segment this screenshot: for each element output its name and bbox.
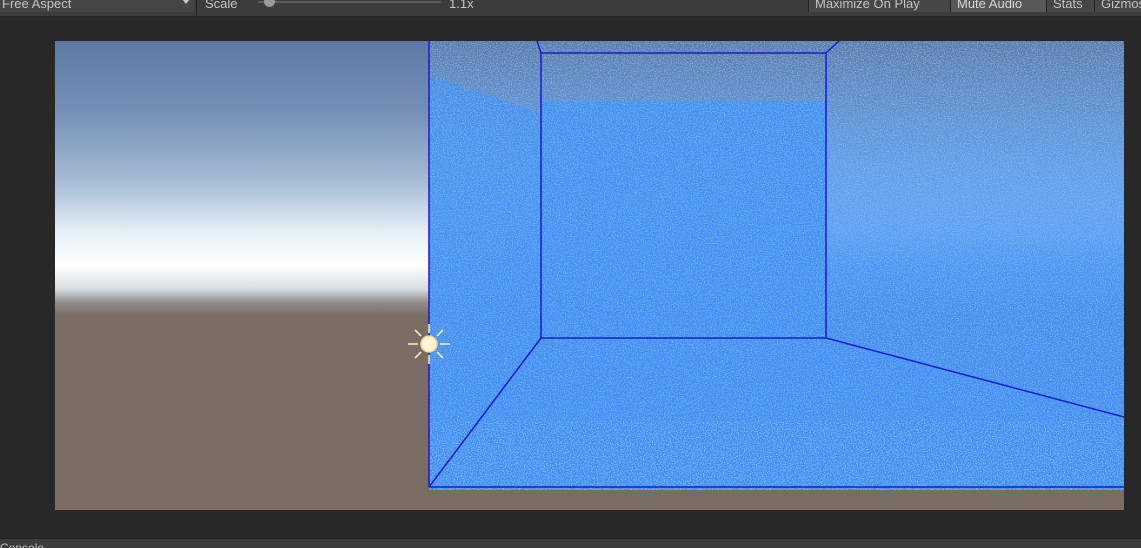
maximize-on-play-button[interactable]: Maximize On Play [808, 0, 950, 12]
chevron-down-icon [182, 0, 190, 4]
scale-label: Scale [205, 0, 238, 11]
game-viewport[interactable] [55, 41, 1124, 510]
scene-render [408, 41, 1124, 490]
aspect-dropdown-label: Free Aspect [2, 0, 72, 11]
stats-button[interactable]: Stats [1046, 0, 1094, 12]
fluid-volume [429, 41, 1124, 490]
scale-value: 1.1x [449, 0, 474, 11]
gizmos-button[interactable]: Gizmos [1094, 0, 1141, 12]
toolbar-divider [196, 0, 197, 16]
aspect-dropdown[interactable]: Free Aspect [0, 0, 194, 12]
scale-slider-track[interactable] [258, 1, 441, 3]
scale-slider-thumb[interactable] [264, 0, 276, 7]
game-view-toolbar: Free Aspect Scale 1.1x Maximize On Play … [0, 0, 1141, 17]
mute-audio-button[interactable]: Mute Audio [950, 0, 1046, 12]
